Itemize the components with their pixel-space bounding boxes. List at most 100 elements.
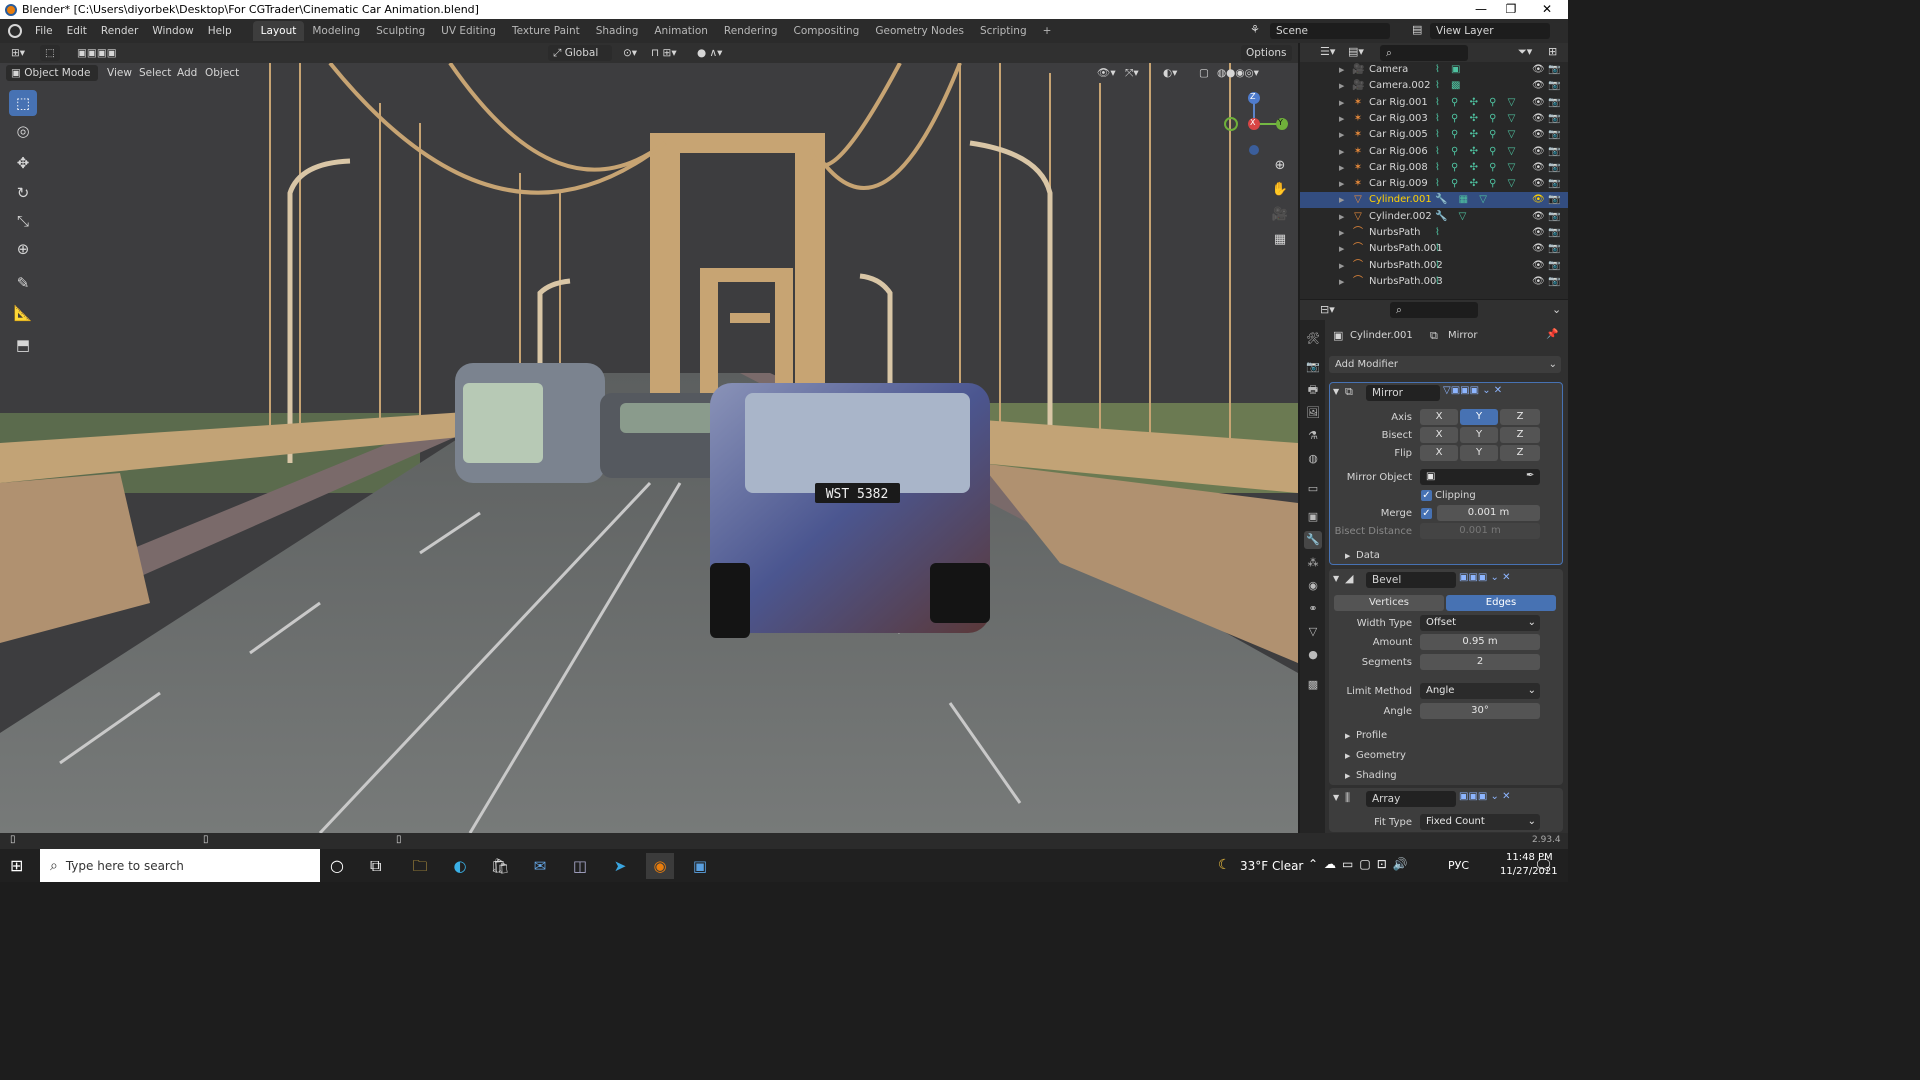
tab-sculpting[interactable]: Sculpting xyxy=(368,21,433,41)
data-tab-icon[interactable]: ▽ xyxy=(1304,623,1322,641)
outliner-row[interactable]: ▶ ✶ Car Rig.006 ⌇ ⚲ ✣ ⚲ ▽ 👁 📷 xyxy=(1300,144,1568,160)
scene-tab-icon[interactable]: ⚗ xyxy=(1304,427,1322,445)
segments-field[interactable]: 2 xyxy=(1420,654,1540,670)
width-type-dropdown[interactable]: Offset ⌄ xyxy=(1420,615,1540,631)
annotate-tool-icon[interactable]: ✎ xyxy=(9,270,37,296)
outliner-row[interactable]: ▶ ✶ Car Rig.005 ⌇ ⚲ ✣ ⚲ ▽ 👁 📷 xyxy=(1300,127,1568,143)
bevel-toggle-icons[interactable]: ▣▣▣ ⌄ ✕ xyxy=(1459,572,1510,583)
blender-menu-icon[interactable] xyxy=(8,24,22,38)
merge-checkbox[interactable]: ✓ xyxy=(1421,508,1432,519)
axis-z-toggle[interactable]: Z xyxy=(1500,409,1540,425)
camera-view-icon[interactable]: 🎥 xyxy=(1270,207,1290,227)
viewport-menu-add[interactable]: Add xyxy=(172,65,202,81)
eye-icon[interactable]: 👁 xyxy=(1532,144,1545,160)
particles-tab-icon[interactable]: ⁂ xyxy=(1304,554,1322,572)
flip-z-toggle[interactable]: Z xyxy=(1500,445,1540,461)
mirror-object-field[interactable]: ▣ xyxy=(1420,469,1540,485)
perspective-grid-icon[interactable]: ▦ xyxy=(1270,232,1290,252)
snap-icon[interactable]: ⊓ ⊞▾ xyxy=(646,45,682,61)
menu-render[interactable]: Render xyxy=(94,25,145,37)
task-view-icon[interactable]: ⧉ xyxy=(370,856,381,876)
weather-text[interactable]: 33°F Clear xyxy=(1240,859,1303,873)
output-tab-icon[interactable]: 🖶 xyxy=(1304,381,1322,399)
expand-arrow-icon[interactable]: ▶ xyxy=(1339,78,1344,94)
pin-icon[interactable]: 📌 xyxy=(1546,329,1558,340)
tab-geometry-nodes[interactable]: Geometry Nodes xyxy=(867,21,972,41)
menu-edit[interactable]: Edit xyxy=(60,25,94,37)
rotate-tool-icon[interactable]: ↻ xyxy=(9,180,37,206)
viewport-menu-object[interactable]: Object xyxy=(200,65,244,81)
new-collection-icon[interactable]: ⊞ xyxy=(1548,45,1557,58)
navigation-gizmo[interactable]: Z Y X xyxy=(1224,90,1290,156)
expand-arrow-icon[interactable]: ▶ xyxy=(1339,95,1344,111)
expand-arrow-icon[interactable]: ▶ xyxy=(1339,209,1344,225)
data-subpanel[interactable]: Data xyxy=(1356,550,1380,561)
pivot-icon[interactable]: ⊙▾ xyxy=(618,45,642,61)
expand-arrow-icon[interactable]: ▶ xyxy=(1339,225,1344,241)
render-camera-icon[interactable]: 📷 xyxy=(1548,160,1560,176)
render-camera-icon[interactable]: 📷 xyxy=(1548,225,1560,241)
photos-icon[interactable]: ▣ xyxy=(686,853,714,879)
tab-modeling[interactable]: Modeling xyxy=(304,21,368,41)
collapse-mirror-icon[interactable]: ▼ xyxy=(1333,387,1339,396)
collection-tab-icon[interactable]: ▭ xyxy=(1304,480,1322,498)
transform-orientation[interactable]: ⤢ Global xyxy=(548,45,612,61)
app-icon[interactable]: ◫ xyxy=(566,853,594,879)
options-button[interactable]: Options xyxy=(1241,45,1292,61)
axis-x-toggle[interactable]: X xyxy=(1420,409,1458,425)
bisect-x-toggle[interactable]: X xyxy=(1420,427,1458,443)
shading-modes-icon[interactable]: ◍●◉◎▾ xyxy=(1212,65,1264,81)
blender-taskbar-icon[interactable]: ◉ xyxy=(646,853,674,879)
expand-arrow-icon[interactable]: ▶ xyxy=(1339,127,1344,143)
outliner-row[interactable]: ▶ ⌒ NurbsPath.002 ⌇ 👁 📷 xyxy=(1300,258,1568,274)
fit-type-dropdown[interactable]: Fixed Count ⌄ xyxy=(1420,814,1540,830)
expand-arrow-icon[interactable]: ▶ xyxy=(1339,274,1344,290)
expand-arrow-icon[interactable]: ▶ xyxy=(1339,176,1344,192)
cortana-icon[interactable]: ○ xyxy=(330,856,344,875)
collapse-bevel-icon[interactable]: ▼ xyxy=(1333,574,1339,583)
expand-geometry-icon[interactable]: ▶ xyxy=(1345,752,1350,760)
limit-method-dropdown[interactable]: Angle ⌄ xyxy=(1420,683,1540,699)
render-camera-icon[interactable]: 📷 xyxy=(1548,258,1560,274)
file-explorer-icon[interactable]: 🗀 xyxy=(406,853,434,879)
store-icon[interactable]: 🛍 xyxy=(486,853,514,879)
expand-arrow-icon[interactable]: ▶ xyxy=(1339,111,1344,127)
add-modifier-button[interactable]: Add Modifier ⌄ xyxy=(1329,356,1561,373)
select-box-icon[interactable]: ⬚ xyxy=(40,45,60,61)
collapse-array-icon[interactable]: ▼ xyxy=(1333,793,1339,802)
render-camera-icon[interactable]: 📷 xyxy=(1548,62,1560,78)
outliner-row[interactable]: ▶ ⌒ NurbsPath.001 ⌇ 👁 📷 xyxy=(1300,241,1568,257)
view-layer-tab-icon[interactable]: 🖼 xyxy=(1304,404,1322,422)
eye-icon[interactable]: 👁 xyxy=(1532,78,1545,94)
eye-icon[interactable]: 👁 xyxy=(1532,274,1545,290)
tab-rendering[interactable]: Rendering xyxy=(716,21,786,41)
render-camera-icon[interactable]: 📷 xyxy=(1548,111,1560,127)
language-indicator[interactable]: РУС xyxy=(1448,859,1469,872)
expand-arrow-icon[interactable]: ▶ xyxy=(1339,258,1344,274)
outliner-row[interactable]: ▶ ⌒ NurbsPath ⌇ 👁 📷 xyxy=(1300,225,1568,241)
profile-subpanel[interactable]: Profile xyxy=(1356,730,1387,741)
overlay-toggle-icon[interactable]: ◐▾ xyxy=(1158,65,1182,81)
tab-texture-paint[interactable]: Texture Paint xyxy=(504,21,588,41)
menu-file[interactable]: File xyxy=(28,25,60,37)
outliner-row[interactable]: ▶ ✶ Car Rig.009 ⌇ ⚲ ✣ ⚲ ▽ 👁 📷 xyxy=(1300,176,1568,192)
clipping-checkbox[interactable]: ✓ xyxy=(1421,490,1432,501)
geometry-subpanel[interactable]: Geometry xyxy=(1356,750,1406,761)
gizmo-toggle-icon[interactable]: ⤧▾ xyxy=(1120,65,1144,81)
mirror-toggle-icons[interactable]: ▽▣▣▣ ⌄ ✕ xyxy=(1443,385,1502,396)
tab-uv-editing[interactable]: UV Editing xyxy=(433,21,504,41)
eye-icon[interactable]: 👁 xyxy=(1532,176,1545,192)
bevel-name-field[interactable]: Bevel xyxy=(1366,572,1456,588)
notifications-icon[interactable]: 🗨 xyxy=(1534,856,1553,874)
outliner-row[interactable]: ▶ ✶ Car Rig.001 ⌇ ⚲ ✣ ⚲ ▽ 👁 📷 xyxy=(1300,95,1568,111)
expand-arrow-icon[interactable]: ▶ xyxy=(1339,192,1344,208)
expand-profile-icon[interactable]: ▶ xyxy=(1345,732,1350,740)
modifier-tab-icon[interactable]: 🔧 xyxy=(1304,531,1322,549)
properties-options-icon[interactable]: ⌄ xyxy=(1552,303,1561,316)
eye-icon[interactable]: 👁 xyxy=(1532,160,1545,176)
tab-shading[interactable]: Shading xyxy=(588,21,647,41)
viewport-menu-select[interactable]: Select xyxy=(134,65,176,81)
menu-window[interactable]: Window xyxy=(145,25,200,37)
tab-animation[interactable]: Animation xyxy=(646,21,716,41)
axis-y-toggle[interactable]: Y xyxy=(1460,409,1498,425)
